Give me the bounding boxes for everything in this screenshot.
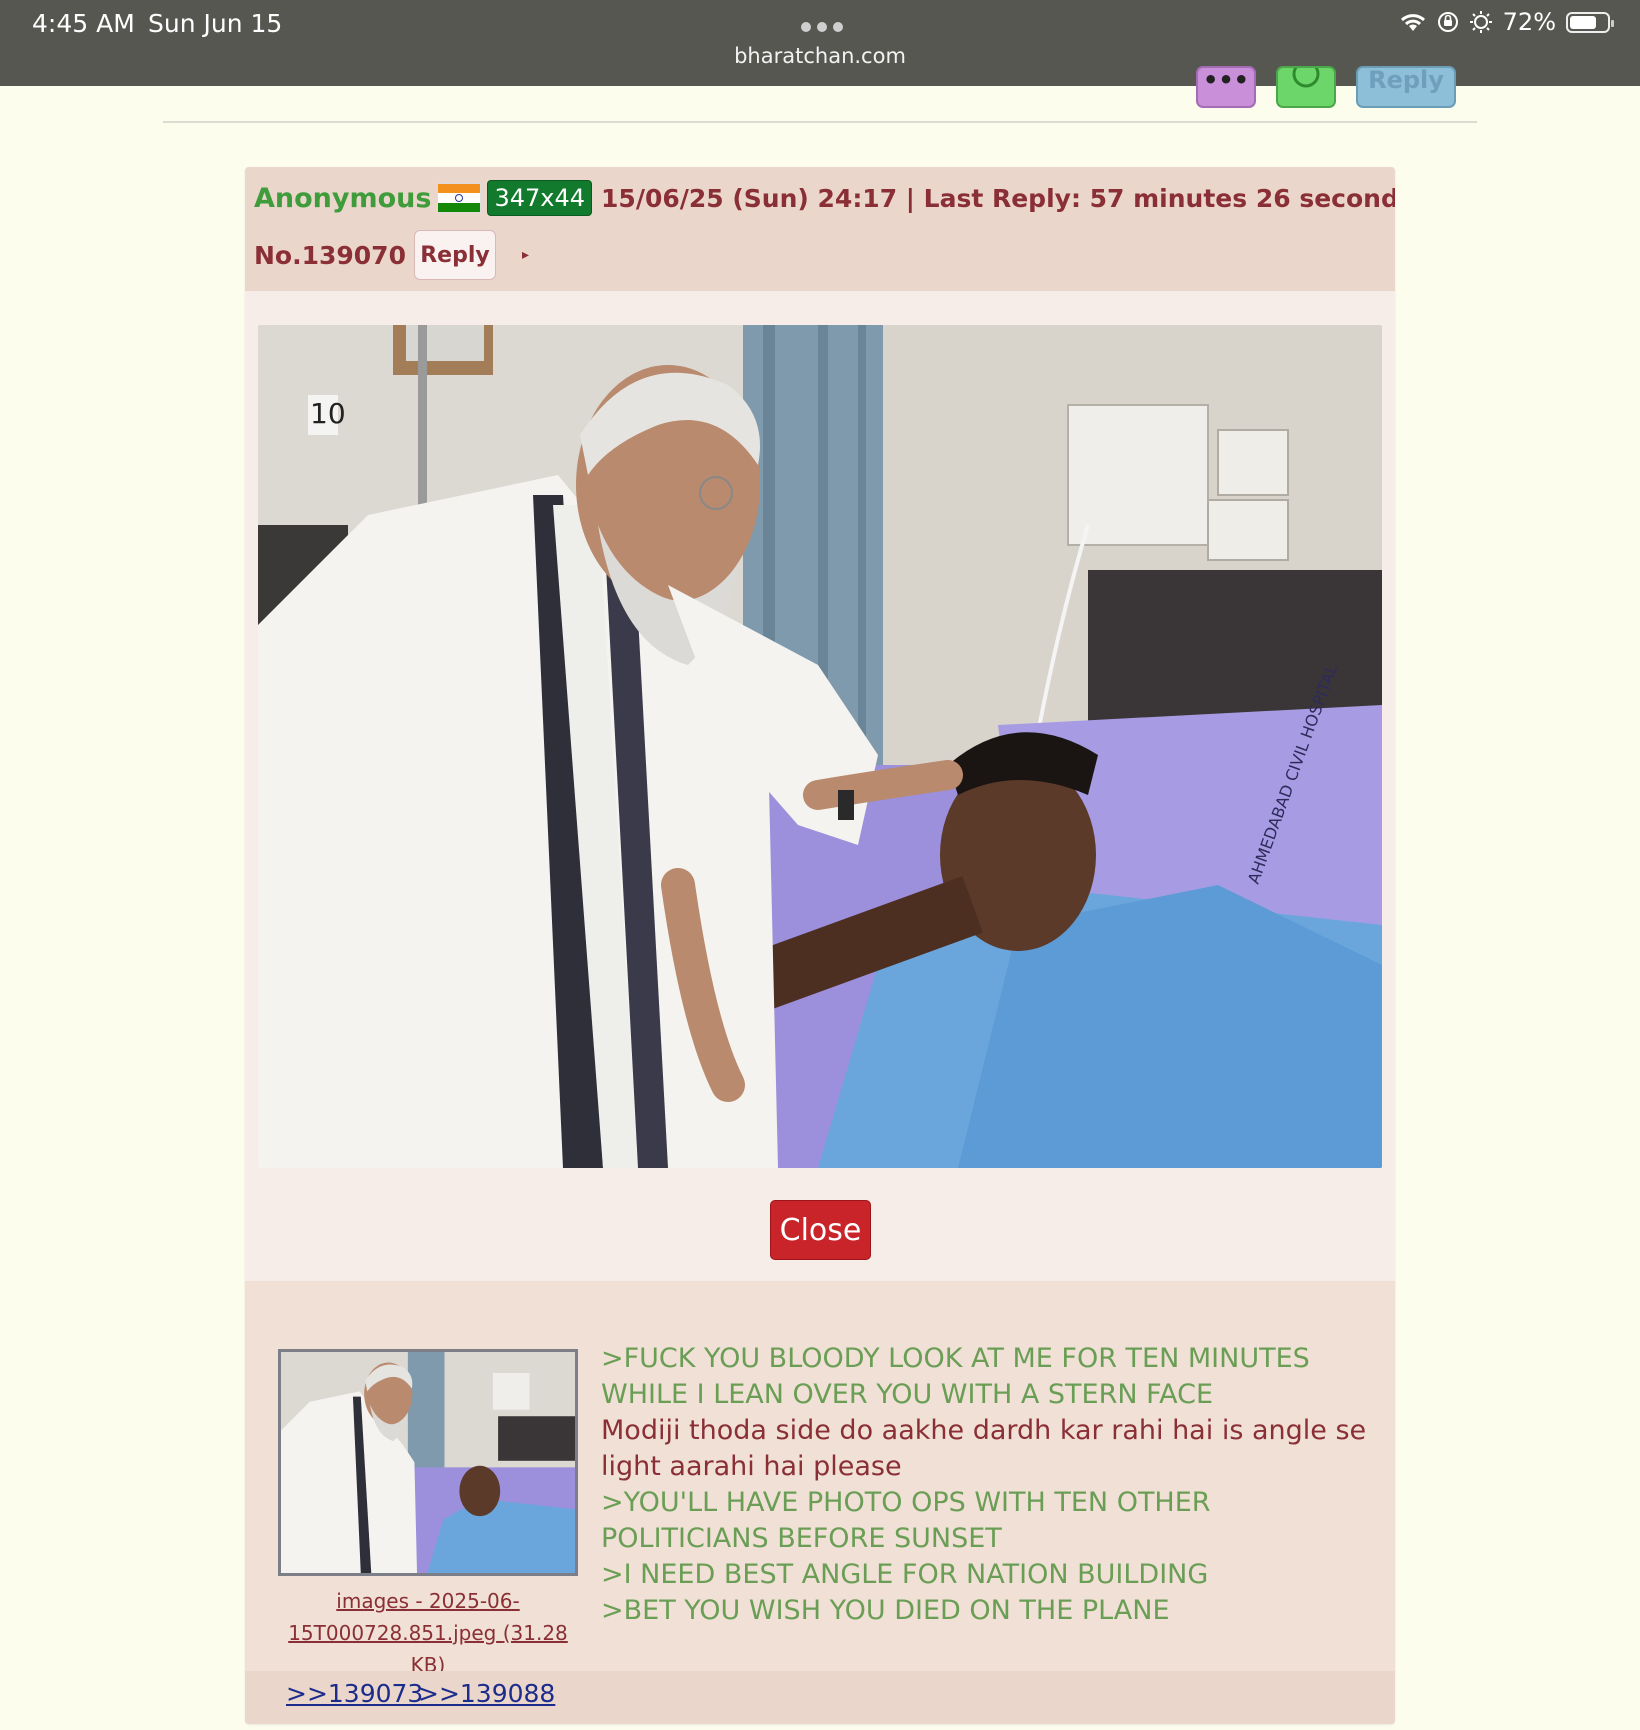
orientation-lock-icon — [1437, 12, 1458, 32]
battery-icon — [1566, 11, 1614, 33]
greentext-line: >YOU'LL HAVE PHOTO OPS WITH TEN OTHER PO… — [601, 1487, 1211, 1554]
battery-fill — [1570, 15, 1596, 29]
india-flag-icon — [437, 183, 482, 213]
greentext-line: >BET YOU WISH YOU DIED ON THE PLANE — [601, 1595, 1170, 1626]
toolbar-reply-label: Reply — [1368, 66, 1444, 94]
brightness-icon — [1469, 11, 1492, 33]
more-options-button[interactable]: ••• — [1196, 66, 1256, 108]
backlink[interactable]: >>139073 — [286, 1679, 423, 1708]
post-body: images - 2025-06-15T000728.851.jpeg (31.… — [245, 1281, 1395, 1677]
greentext-line: >I NEED BEST ANGLE FOR NATION BUILDING — [601, 1559, 1209, 1590]
post-message: >FUCK YOU BLOODY LOOK AT ME FOR TEN MINU… — [601, 1341, 1371, 1629]
thread-post: Anonymous 347x44 15/06/25 (Sun) 24:17 | … — [245, 167, 1395, 1724]
expanded-image-viewer: 10 AHMEDABAD CIVIL HOSPITAL Close — [245, 291, 1395, 1281]
poster-id-badge[interactable]: 347x44 — [487, 180, 593, 216]
post-menu-arrow-icon[interactable]: ▸ — [522, 247, 529, 263]
hospital-scene-illustration: 10 AHMEDABAD CIVIL HOSPITAL — [258, 325, 1382, 1168]
thumbnail-illustration — [281, 1352, 575, 1573]
file-name[interactable]: images - 2025-06-15T000728.851.jpeg — [288, 1589, 520, 1645]
post-header: Anonymous 347x44 15/06/25 (Sun) 24:17 | … — [245, 167, 1395, 291]
backlink[interactable]: >>139088 — [418, 1679, 555, 1708]
refresh-button[interactable] — [1276, 66, 1336, 108]
battery-percent: 72% — [1502, 8, 1556, 36]
divider — [163, 121, 1477, 123]
poster-name: Anonymous — [254, 182, 432, 214]
file-info-link[interactable]: images - 2025-06-15T000728.851.jpeg (31.… — [278, 1585, 578, 1681]
status-time: 4:45 AM — [32, 9, 135, 38]
status-indicators: 72% — [1399, 8, 1614, 36]
reply-button[interactable]: Reply — [413, 230, 496, 280]
post-number[interactable]: No.139070 — [254, 241, 406, 270]
status-date: Sun Jun 15 — [148, 9, 283, 38]
greentext-line: >FUCK YOU BLOODY LOOK AT ME FOR TEN MINU… — [601, 1343, 1310, 1410]
close-image-button[interactable]: Close — [770, 1200, 871, 1260]
thumbnail-image[interactable] — [278, 1349, 578, 1576]
post-meta: 15/06/25 (Sun) 24:17 | Last Reply: 57 mi… — [601, 183, 1395, 213]
refresh-icon — [1292, 68, 1320, 88]
more-options-label: ••• — [1202, 66, 1250, 94]
svg-text:10: 10 — [310, 397, 346, 430]
toolbar-reply-button[interactable]: Reply — [1356, 66, 1456, 108]
multitasking-dots-icon[interactable] — [798, 17, 846, 36]
address-bar-url[interactable]: bharatchan.com — [0, 44, 1640, 68]
expanded-image[interactable]: 10 AHMEDABAD CIVIL HOSPITAL — [258, 325, 1382, 1168]
message-line: Modiji thoda side do aakhe dardh kar rah… — [601, 1415, 1367, 1482]
wifi-icon — [1400, 14, 1425, 31]
backlinks-bar: >>139073 >>139088 — [245, 1671, 1395, 1724]
